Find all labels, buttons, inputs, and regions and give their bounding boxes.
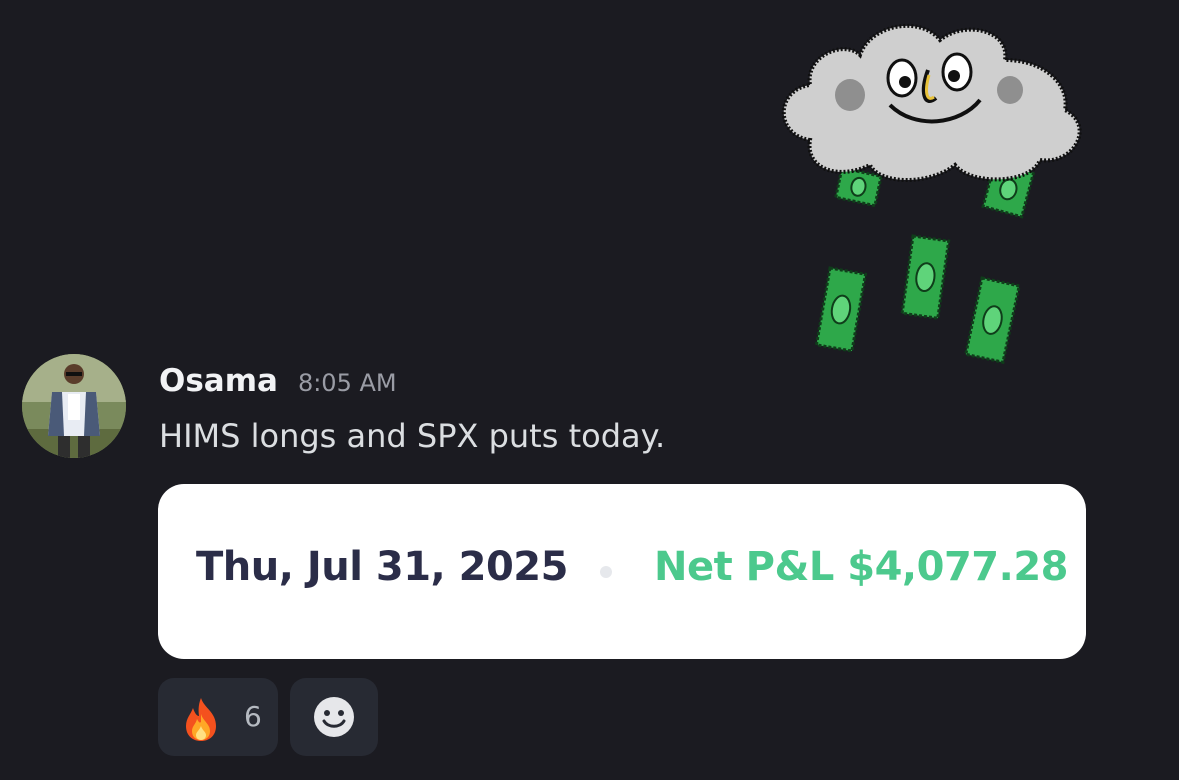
money-bill-icon (964, 276, 1021, 364)
add-reaction-smile-icon (314, 697, 354, 737)
money-bill-icon (833, 166, 883, 208)
user-avatar-photo (22, 354, 126, 458)
separator-dot (600, 566, 612, 578)
message-text: HIMS longs and SPX puts today. (159, 417, 666, 455)
money-bill-icon (814, 266, 868, 353)
cloud-raining-money-sticker (781, 23, 1082, 364)
money-bill-icon (900, 234, 951, 320)
message-header: Osama 8:05 AM (159, 363, 397, 407)
fire-reaction-button[interactable]: 6 (158, 678, 278, 756)
avatar[interactable] (22, 354, 126, 458)
card-date: Thu, Jul 31, 2025 (196, 544, 568, 590)
net-pnl-value: Net P&L $4,077.28 (654, 544, 1068, 590)
add-reaction-button[interactable] (290, 678, 378, 756)
fire-icon (186, 698, 216, 741)
reaction-count: 6 (244, 700, 262, 733)
message-timestamp: 8:05 AM (297, 369, 397, 397)
username[interactable]: Osama (159, 363, 278, 399)
pnl-card: Thu, Jul 31, 2025 Net P&L $4,077.28 (158, 484, 1086, 659)
cloud-face-icon (781, 23, 1082, 182)
